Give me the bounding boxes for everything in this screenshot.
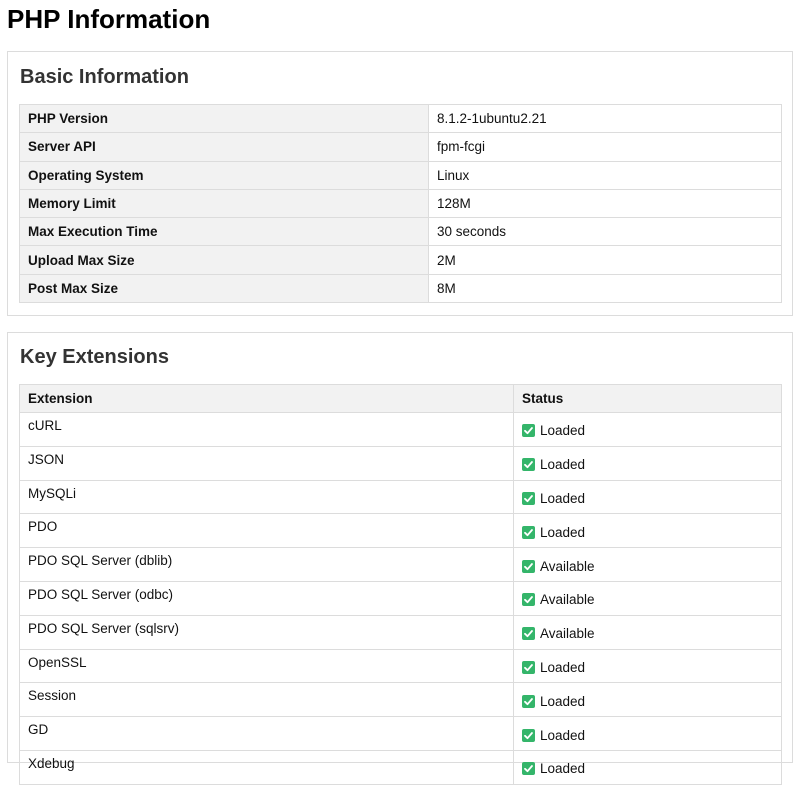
check-mark-icon — [522, 559, 535, 573]
info-value: 2M — [428, 245, 782, 275]
extension-status-text: Loaded — [540, 693, 586, 709]
basic-information-heading: Basic Information — [20, 66, 189, 88]
extension-name: PDO SQL Server (odbc) — [19, 580, 514, 616]
extension-status-text: Loaded — [540, 761, 586, 777]
info-row: Upload Max Size 2M — [19, 245, 782, 275]
extension-status-text: Available — [540, 558, 595, 574]
info-label: Post Max Size — [19, 273, 429, 304]
extension-row: OpenSSL Loaded — [19, 648, 782, 684]
extension-name: OpenSSL — [19, 648, 514, 684]
info-value: 30 seconds — [428, 217, 782, 247]
extension-name: Session — [19, 682, 514, 718]
extension-status-text: Available — [540, 626, 595, 642]
extension-status-cell: Loaded — [513, 716, 782, 751]
extension-status-cell: Loaded — [513, 749, 782, 785]
info-value: 8M — [428, 273, 782, 304]
extension-name: PDO SQL Server (dblib) — [19, 547, 514, 582]
info-row: Max Execution Time 30 seconds — [19, 217, 782, 247]
extension-name: JSON — [19, 445, 514, 481]
extension-status-text: Available — [540, 592, 595, 608]
extension-status-cell: Loaded — [513, 412, 782, 447]
page-title: PHP Information — [7, 4, 211, 34]
extension-name: PDO SQL Server (sqlsrv) — [19, 614, 514, 650]
extension-row: PDO Loaded — [19, 513, 782, 549]
info-row: Post Max Size 8M — [19, 273, 782, 304]
extension-status-cell: Available — [513, 580, 782, 616]
check-mark-icon — [522, 458, 535, 472]
key-extensions-heading: Key Extensions — [20, 346, 169, 368]
extensions-header-row: Extension Status — [19, 384, 782, 413]
info-value: 128M — [428, 188, 782, 219]
extension-status-text: Loaded — [540, 423, 586, 439]
basic-information-section: Basic Information PHP Version 8.1.2-1ubun… — [7, 51, 793, 316]
info-label: Memory Limit — [19, 188, 429, 219]
extension-status-text: Loaded — [540, 727, 586, 743]
check-mark-icon — [522, 728, 535, 742]
check-mark-icon — [522, 424, 535, 438]
extension-name: GD — [19, 716, 514, 751]
extension-row: PDO SQL Server (sqlsrv) Available — [19, 614, 782, 650]
info-row: Memory Limit 128M — [19, 188, 782, 219]
extension-name: cURL — [19, 412, 514, 447]
basic-information-table: PHP Version 8.1.2-1ubuntu2.21 Server API fp… — [19, 103, 782, 304]
extension-row: Session Loaded — [19, 682, 782, 718]
info-row: Server API fpm-fcgi — [19, 132, 782, 162]
check-mark-icon — [522, 660, 535, 674]
check-mark-icon — [522, 762, 535, 776]
info-label: Operating System — [19, 160, 429, 190]
extension-row: MySQLi Loaded — [19, 479, 782, 515]
extension-status-cell: Available — [513, 614, 782, 650]
extension-row: JSON Loaded — [19, 445, 782, 481]
extension-name: PDO — [19, 513, 514, 549]
extension-status-cell: Loaded — [513, 513, 782, 549]
extension-status-cell: Loaded — [513, 445, 782, 481]
check-mark-icon — [522, 627, 535, 641]
extension-row: PDO SQL Server (odbc) Available — [19, 580, 782, 616]
extension-status-cell: Loaded — [513, 682, 782, 718]
info-value: fpm-fcgi — [428, 132, 782, 162]
key-extensions-section: Key Extensions Extension Status cURL Load… — [7, 332, 793, 785]
extension-status-text: Loaded — [540, 457, 586, 473]
info-value: Linux — [428, 160, 782, 190]
info-row: Operating System Linux — [19, 160, 782, 190]
info-value: 8.1.2-1ubuntu2.21 — [428, 103, 782, 134]
extension-row: PDO SQL Server (dblib) Available — [19, 547, 782, 582]
extension-status-cell: Loaded — [513, 648, 782, 684]
info-label: PHP Version — [19, 103, 429, 134]
info-row: PHP Version 8.1.2-1ubuntu2.21 — [19, 103, 782, 134]
extension-status-text: Loaded — [540, 524, 586, 540]
extension-status-text: Loaded — [540, 659, 586, 675]
extension-name: MySQLi — [19, 479, 514, 515]
extension-status-text: Loaded — [540, 490, 586, 506]
info-label: Server API — [19, 132, 429, 162]
status-column-header: Status — [513, 384, 782, 413]
info-label: Upload Max Size — [19, 245, 429, 275]
extension-row: GD Loaded — [19, 716, 782, 751]
info-label: Max Execution Time — [19, 217, 429, 247]
extension-status-cell: Loaded — [513, 479, 782, 515]
extensions-table: Extension Status cURL Loaded JSON Loaded MyS… — [19, 384, 782, 785]
extension-column-header: Extension — [19, 384, 514, 413]
extension-status-cell: Available — [513, 547, 782, 582]
extension-row: cURL Loaded — [19, 412, 782, 447]
check-mark-icon — [522, 491, 535, 505]
extension-row: Xdebug Loaded — [19, 749, 782, 785]
check-mark-icon — [522, 694, 535, 708]
check-mark-icon — [522, 525, 535, 539]
extension-name: Xdebug — [19, 749, 514, 785]
check-mark-icon — [522, 593, 535, 607]
